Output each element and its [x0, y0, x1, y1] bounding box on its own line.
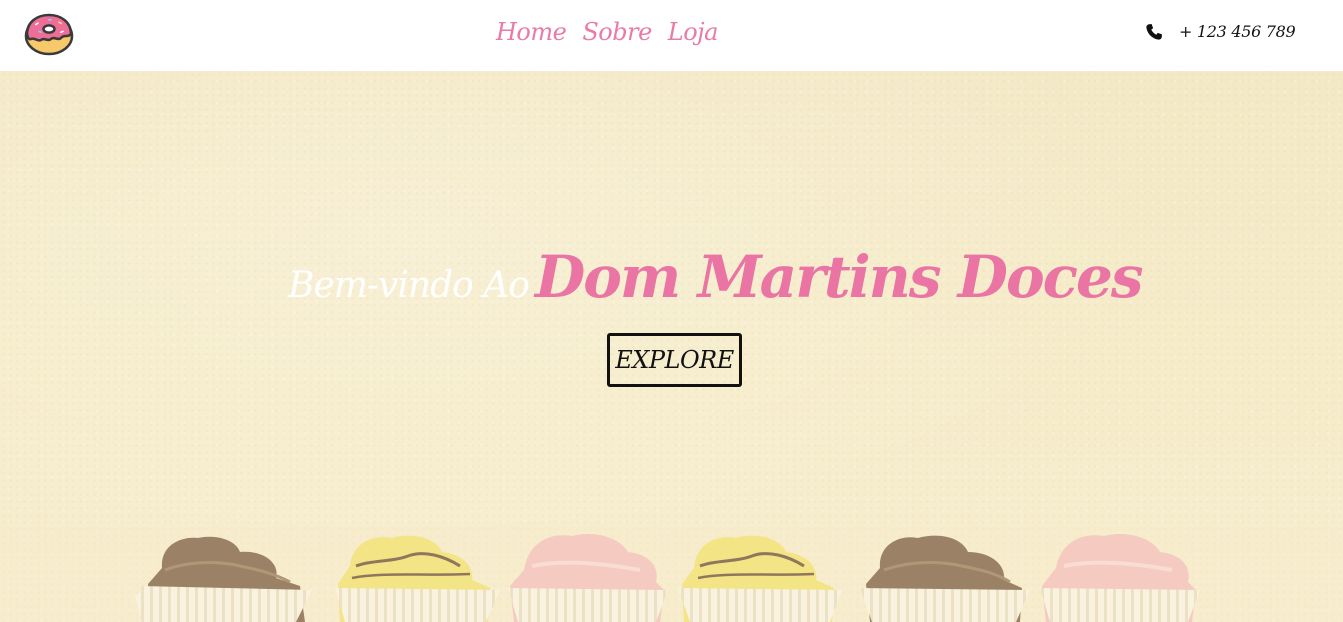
cupcakes-image	[0, 526, 1343, 622]
hero-title: Bem-vindo Ao Dom Martins Doces	[288, 243, 1144, 311]
donut-icon[interactable]	[24, 12, 74, 56]
hero-title-lead: Bem-vindo Ao	[288, 265, 530, 306]
phone-contact[interactable]: + 123 456 789	[1145, 22, 1296, 41]
hero-banner: Bem-vindo Ao Dom Martins Doces EXPLORE	[0, 71, 1343, 622]
site-header: Home Sobre Loja + 123 456 789	[0, 0, 1343, 71]
explore-button[interactable]: EXPLORE	[607, 333, 742, 387]
phone-icon	[1146, 23, 1162, 40]
page: Home Sobre Loja + 123 456 789 Bem-vindo …	[0, 0, 1343, 622]
main-nav: Home Sobre Loja	[496, 18, 718, 46]
phone-number: + 123 456 789	[1179, 22, 1296, 41]
hero-title-brand: Dom Martins Doces	[534, 243, 1144, 311]
nav-link-loja[interactable]: Loja	[668, 18, 719, 46]
nav-link-home[interactable]: Home	[496, 18, 567, 46]
nav-link-sobre[interactable]: Sobre	[582, 18, 652, 46]
